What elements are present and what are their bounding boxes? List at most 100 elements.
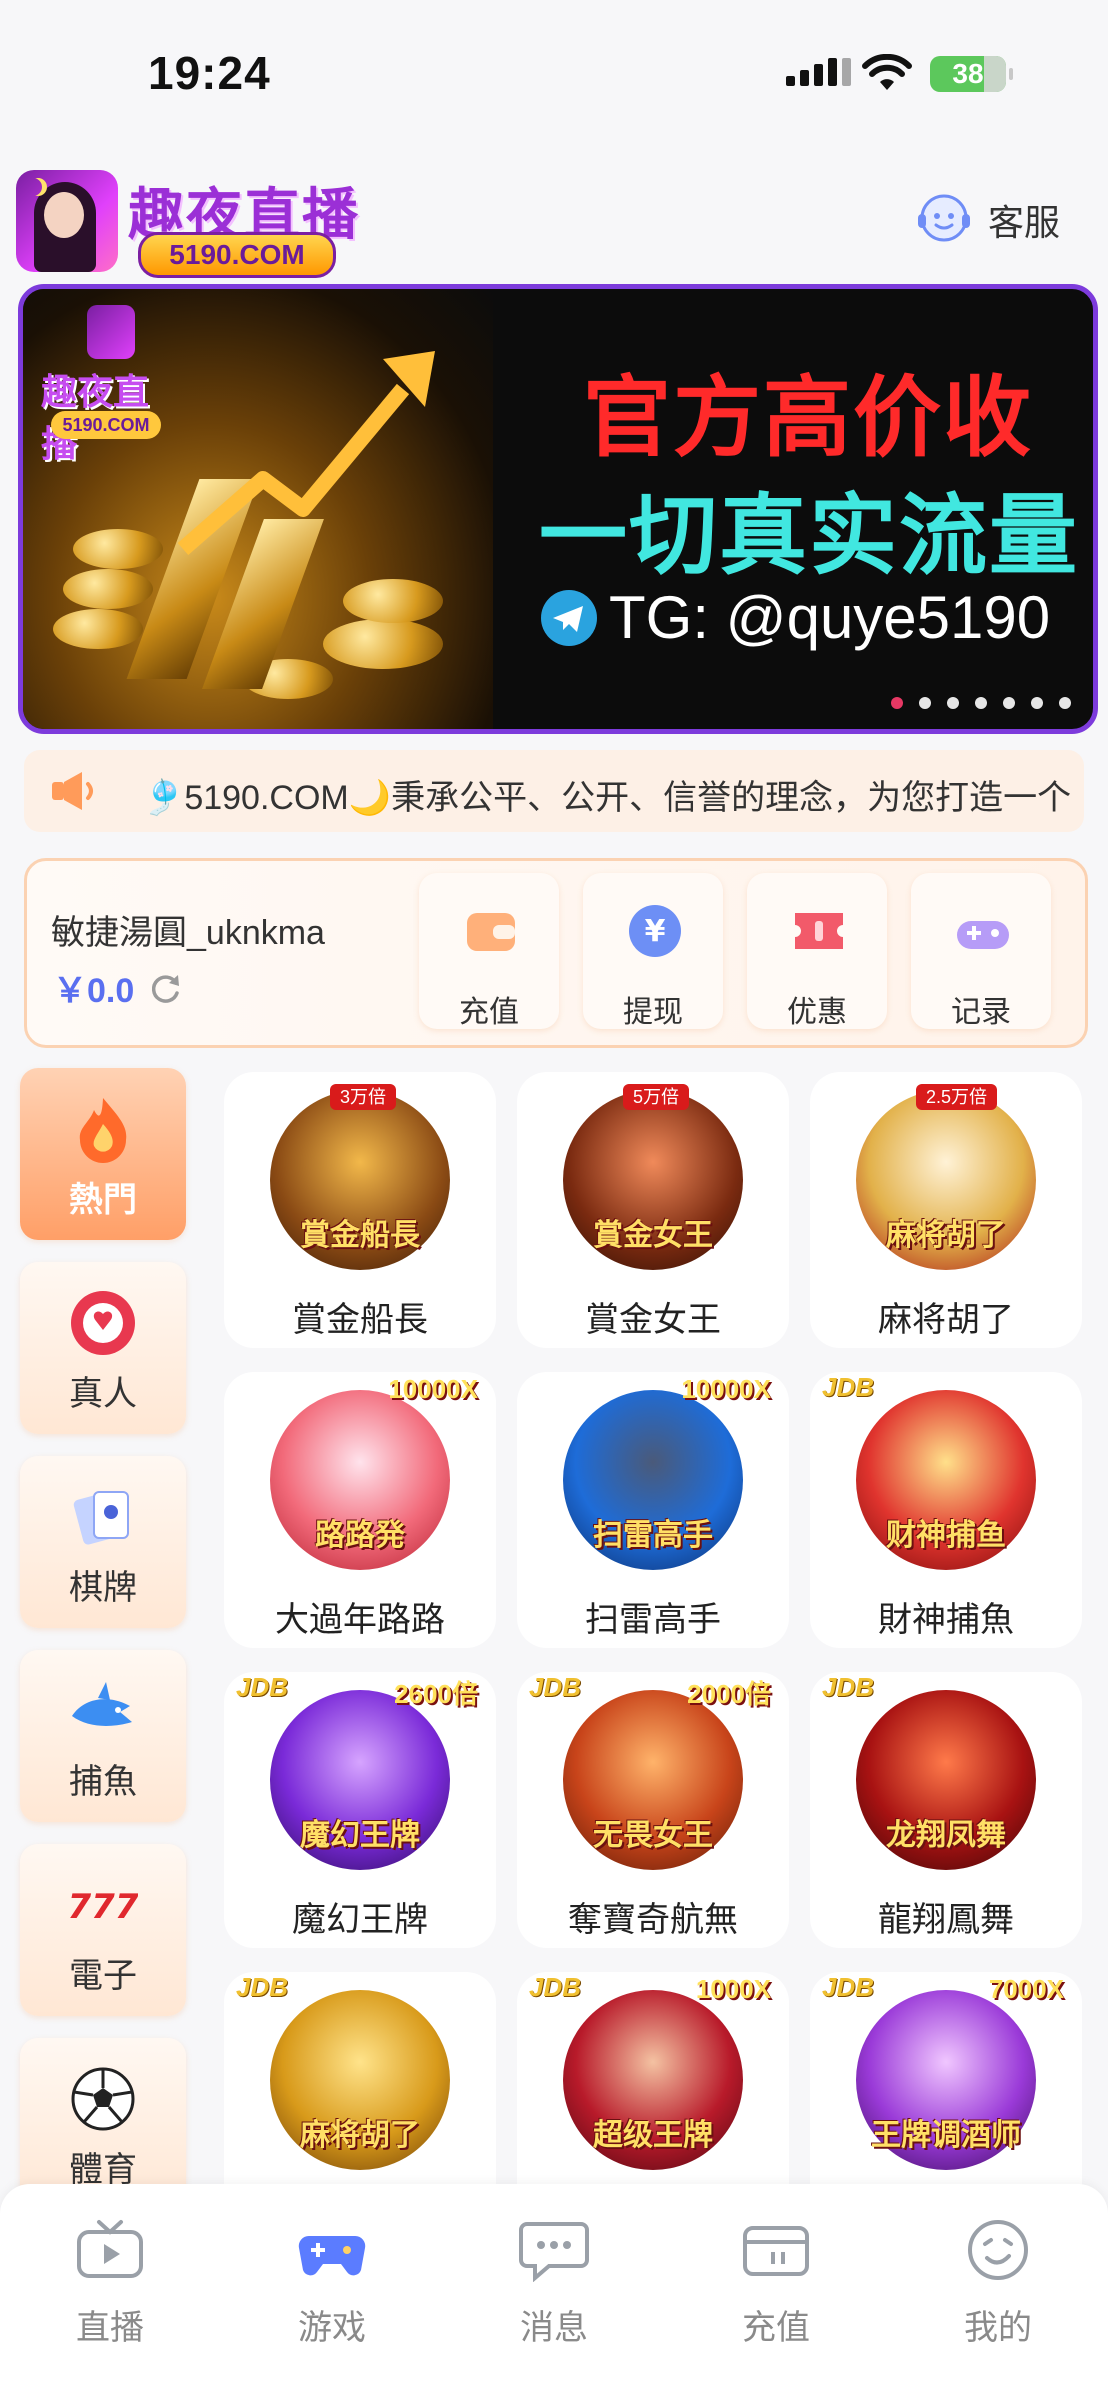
jdb-logo: JDB xyxy=(529,1672,582,1702)
carousel-dot[interactable] xyxy=(919,697,931,709)
trend-arrow-icon xyxy=(177,351,435,556)
game-card[interactable]: 龙翔凤舞 JDB 龍翔鳳舞 xyxy=(810,1672,1082,1948)
carousel-dot[interactable] xyxy=(1031,697,1043,709)
shark-icon xyxy=(72,1682,132,1726)
game-thumbnail: 龙翔凤舞 xyxy=(856,1690,1036,1870)
game-thumbnail: 麻将胡了 xyxy=(270,1990,450,2170)
yuan-coin-icon: ¥ xyxy=(629,905,681,957)
withdraw-button[interactable]: ¥ 提现 xyxy=(583,873,723,1029)
app-logo-icon xyxy=(16,170,118,272)
clock: 19:24 xyxy=(148,47,271,99)
banner-telegram: TG: @quye5190 xyxy=(541,583,1050,652)
svg-text:¥: ¥ xyxy=(645,914,666,949)
wifi-icon xyxy=(862,54,912,90)
banner-headline: 官方高价收 xyxy=(583,368,1034,467)
carousel-indicators[interactable] xyxy=(891,697,1071,709)
multiplier-badge: 2.5万倍 xyxy=(916,1084,998,1110)
game-card[interactable]: 财神捕鱼 JDB 財神捕魚 xyxy=(810,1372,1082,1648)
game-card[interactable]: 路路発 10000X 大過年路路 xyxy=(224,1372,496,1648)
records-button[interactable]: 记录 xyxy=(911,873,1051,1029)
game-card[interactable]: 賞金船長 3万倍 賞金船長 xyxy=(224,1072,496,1348)
service-label: 客服 xyxy=(988,202,1061,243)
game-thumbnail: 无畏女王 xyxy=(563,1690,743,1870)
soccer-ball-icon xyxy=(71,2067,135,2131)
game-name: 龍翔鳳舞 xyxy=(878,1901,1014,1939)
game-card[interactable]: 无畏女王 JDB 2000倍 奪寶奇航無 xyxy=(517,1672,789,1948)
balance-row: ￥0.0 xyxy=(53,963,182,1012)
game-name: 大過年路路 xyxy=(275,1601,445,1639)
game-thumbnail: 賞金女王 xyxy=(563,1090,743,1270)
multiplier-label: 7000X xyxy=(988,1974,1064,2004)
multiplier-label: 10000X xyxy=(681,1374,771,1404)
telegram-icon xyxy=(541,589,597,646)
customer-service-button[interactable]: 客服 xyxy=(916,192,1060,248)
card-icon xyxy=(743,2226,809,2276)
multiplier-badge: 3万倍 xyxy=(330,1084,397,1110)
category-slots[interactable]: 777 電子 xyxy=(20,1844,186,2016)
tab-deposit[interactable]: 充值 xyxy=(696,2218,856,2349)
game-thumbnail: 超级王牌 xyxy=(563,1990,743,2170)
svg-text:777: 777 xyxy=(68,1887,138,1927)
tab-profile[interactable]: 我的 xyxy=(918,2218,1078,2349)
jdb-logo: JDB xyxy=(236,1672,289,1702)
deposit-button[interactable]: 充值 xyxy=(419,873,559,1029)
promotions-button[interactable]: 优惠 xyxy=(747,873,887,1029)
smiley-icon xyxy=(968,2220,1028,2280)
jdb-logo: JDB xyxy=(822,1372,875,1402)
game-card[interactable]: 扫雷高手 10000X 扫雷高手 xyxy=(517,1372,789,1648)
multiplier-label: 10000X xyxy=(388,1374,478,1404)
multiplier-label: 2000倍 xyxy=(687,1679,771,1709)
gamepad-icon xyxy=(298,2235,366,2276)
banner-subheadline: 一切真实流量 xyxy=(539,486,1080,585)
fire-icon xyxy=(79,1098,127,1163)
carousel-dot[interactable] xyxy=(947,697,959,709)
game-card[interactable]: 魔幻王牌 JDB 2600倍 魔幻王牌 xyxy=(224,1672,496,1948)
game-name: 賞金船長 xyxy=(292,1301,428,1339)
promo-banner[interactable]: 趣夜直播 5190.COM 官方高价收 一切真实流量 TG: @quye5190 xyxy=(18,284,1098,734)
playing-cards-icon xyxy=(73,1491,129,1545)
category-hot[interactable]: 熱門 xyxy=(20,1068,186,1240)
game-thumbnail: 扫雷高手 xyxy=(563,1390,743,1570)
username: 敏捷湯圓_uknkma xyxy=(51,914,325,952)
multiplier-label: 2600倍 xyxy=(394,1679,478,1709)
announcement-marquee[interactable]: 🎐5190.COM🌙秉承公平、公开、信誉的理念，为您打造一个 xyxy=(24,750,1084,832)
carousel-dot[interactable] xyxy=(1059,697,1071,709)
game-card[interactable]: 賞金女王 5万倍 賞金女王 xyxy=(517,1072,789,1348)
banner-logo: 趣夜直播 5190.COM xyxy=(41,305,171,464)
carousel-dot[interactable] xyxy=(1003,697,1015,709)
tv-icon xyxy=(77,2220,143,2278)
announcement-text: 🎐5190.COM🌙秉承公平、公开、信誉的理念，为您打造一个 xyxy=(142,779,1072,817)
battery-indicator: 38 xyxy=(930,56,1013,92)
tab-live[interactable]: 直播 xyxy=(30,2218,190,2349)
ticket-icon xyxy=(795,913,843,949)
headset-icon xyxy=(918,194,970,242)
game-card[interactable]: 麻将胡了 2.5万倍 麻将胡了 xyxy=(810,1072,1082,1348)
jdb-logo: JDB xyxy=(529,1972,582,2002)
category-fishing[interactable]: 捕魚 xyxy=(20,1650,186,1822)
game-thumbnail: 财神捕鱼 xyxy=(856,1390,1036,1570)
wallet-icon xyxy=(467,913,515,951)
game-name: 奪寶奇航無 xyxy=(568,1901,738,1939)
game-thumbnail: 賞金船長 xyxy=(270,1090,450,1270)
game-thumbnail: 魔幻王牌 xyxy=(270,1690,450,1870)
game-name: 扫雷高手 xyxy=(585,1601,721,1639)
carousel-dot[interactable] xyxy=(891,697,903,709)
tab-games[interactable]: 游戏 xyxy=(252,2218,412,2349)
account-panel: 敏捷湯圓_uknkma ￥0.0 充值 ¥ 提现 优惠 记录 xyxy=(24,858,1088,1048)
jdb-logo: JDB xyxy=(822,1672,875,1702)
category-live[interactable]: 真人 xyxy=(20,1262,186,1434)
refresh-icon[interactable] xyxy=(148,971,182,1005)
game-thumbnail: 王牌调酒师 xyxy=(856,1990,1036,2170)
carousel-dot[interactable] xyxy=(975,697,987,709)
multiplier-badge: 5万倍 xyxy=(623,1084,690,1110)
speaker-icon xyxy=(52,772,93,810)
balance-value: ￥0.0 xyxy=(53,972,135,1010)
status-bar: 19:24 38 xyxy=(0,0,1108,150)
tab-messages[interactable]: 消息 xyxy=(474,2218,634,2349)
app-header: 趣夜直播 5190.COM 客服 xyxy=(0,160,1108,280)
game-name: 魔幻王牌 xyxy=(292,1901,428,1939)
game-name: 賞金女王 xyxy=(585,1301,721,1339)
game-name: 麻将胡了 xyxy=(878,1301,1014,1339)
logo-domain: 5190.COM xyxy=(138,232,336,278)
category-board[interactable]: 棋牌 xyxy=(20,1456,186,1628)
